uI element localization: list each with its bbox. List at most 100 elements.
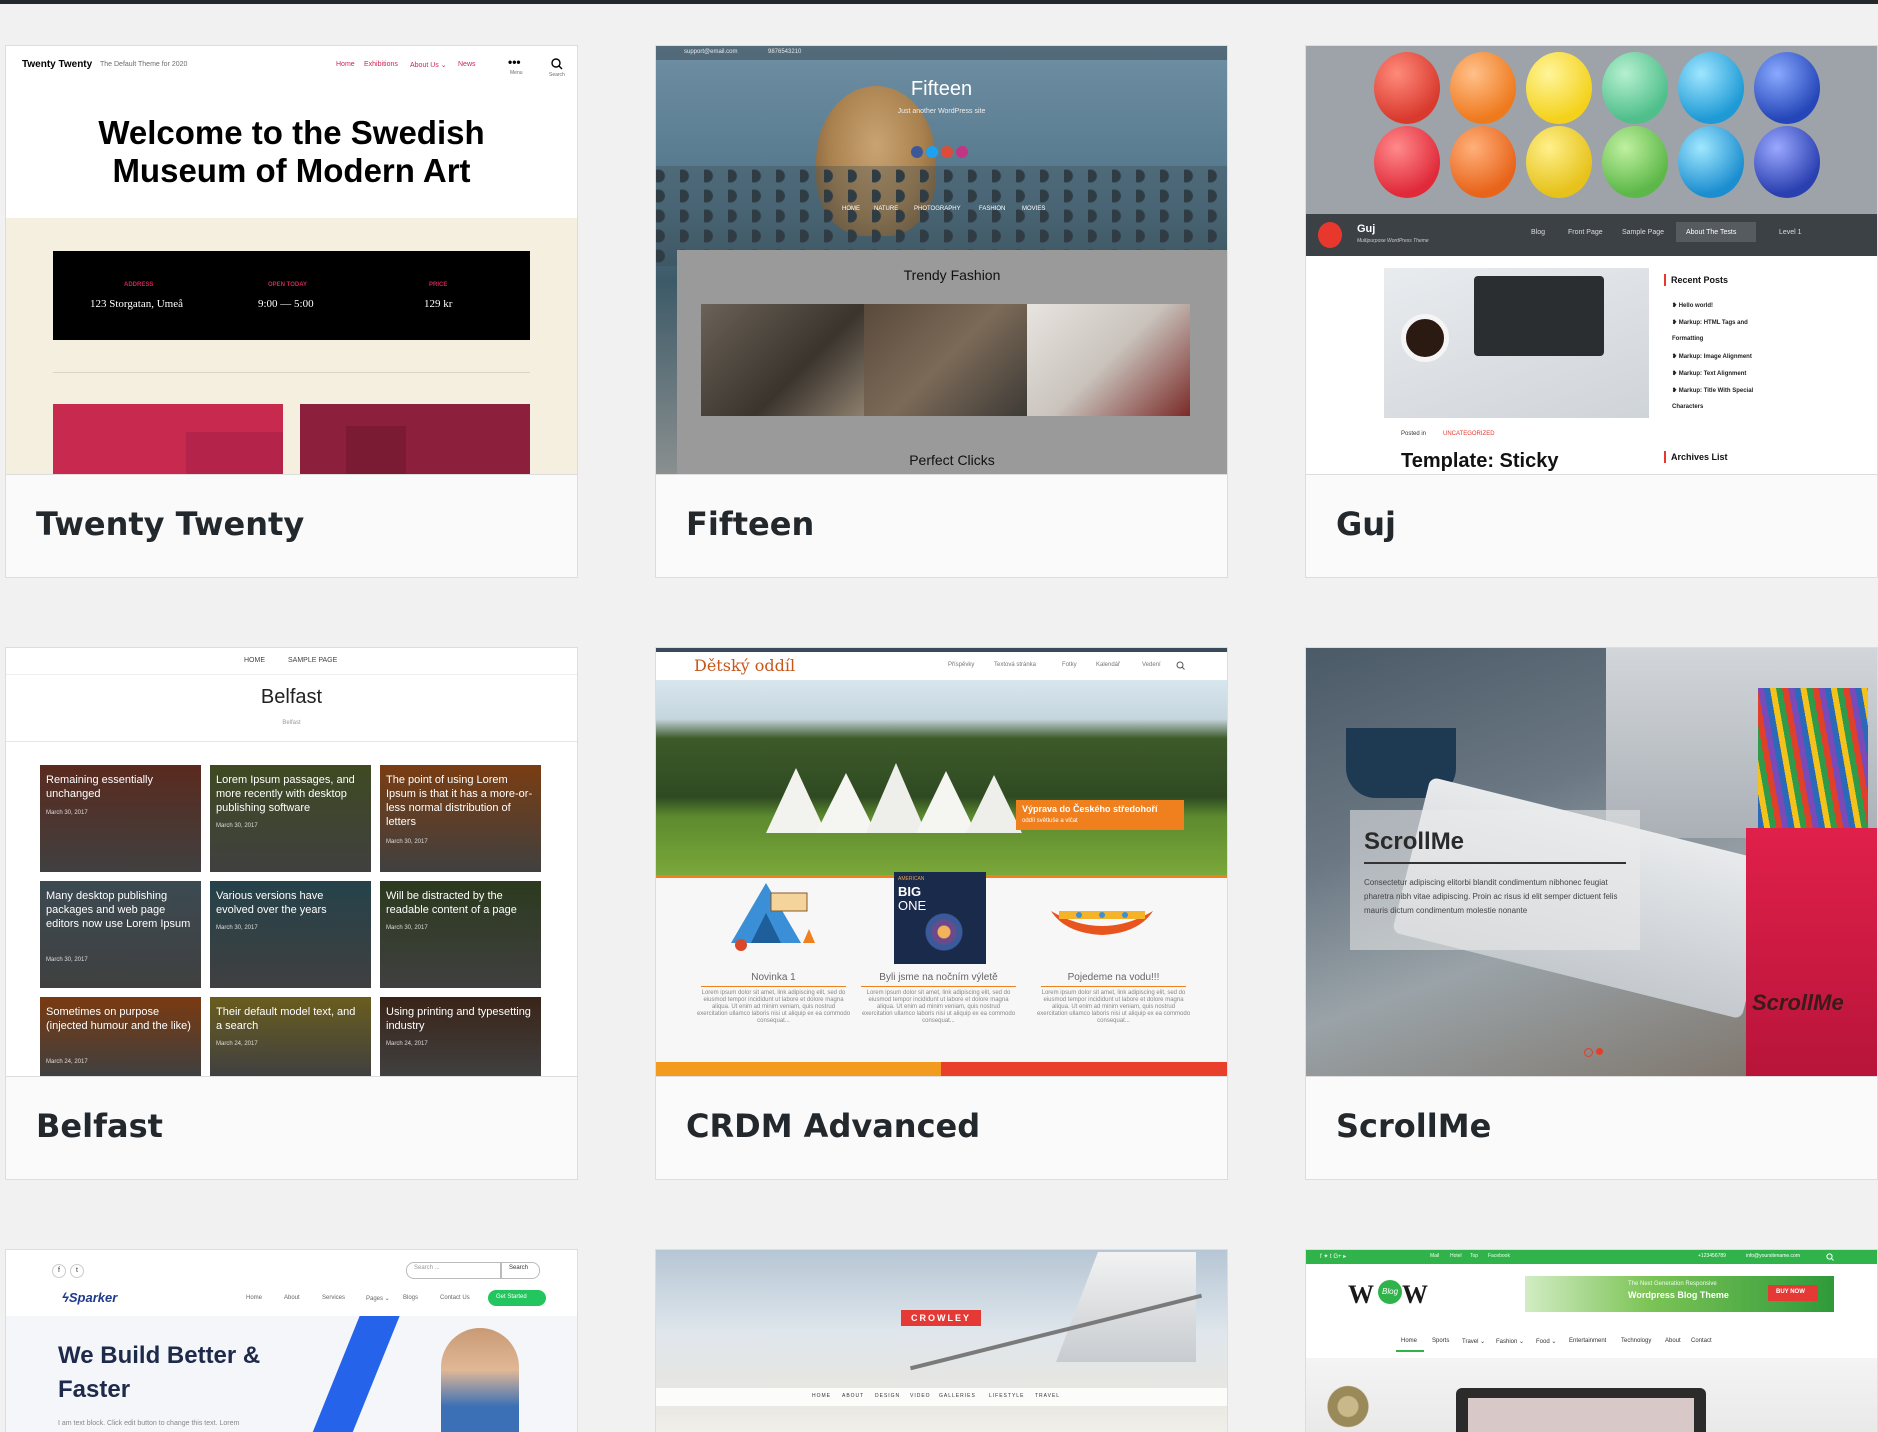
crowley-nav-item[interactable]: VIDEO (910, 1393, 931, 1399)
wow-nav-item[interactable]: Food ⌄ (1536, 1338, 1556, 1345)
fifteen-nav-home[interactable]: HOME (842, 206, 860, 212)
sparker-nav-item[interactable]: Blogs (403, 1295, 418, 1301)
facebook-icon[interactable]: f (52, 1264, 66, 1278)
belfast-title[interactable]: Belfast (6, 686, 577, 709)
theme-card-sparker[interactable]: f t Search ... Search ϟSparker Home Abou… (5, 1249, 578, 1432)
crdm-item-title[interactable]: Novinka 1 (701, 972, 846, 983)
belfast-tile[interactable]: Various versions have evolved over the y… (210, 881, 371, 988)
twitter-icon[interactable] (926, 146, 938, 158)
guj-logo-icon[interactable] (1318, 222, 1342, 248)
wow-nav-item[interactable]: Fashion ⌄ (1496, 1338, 1524, 1345)
guj-recent-item[interactable]: ❥ Markup: Text Alignment (1672, 370, 1746, 377)
theme-name-bar[interactable]: ScrollMe (1306, 1076, 1877, 1179)
sparker-nav-item[interactable]: Pages ⌄ (366, 1295, 390, 1302)
wow-nav-item[interactable]: About (1665, 1338, 1681, 1344)
instagram-icon[interactable] (956, 146, 968, 158)
theme-card-guj[interactable]: Guj Multipurpose WordPress Theme Blog Fr… (1305, 45, 1878, 578)
wow-top-link[interactable]: Top (1470, 1253, 1478, 1259)
guj-recent-item-cont[interactable]: Characters (1672, 404, 1703, 410)
crdm-item-title[interactable]: Pojedeme na vodu!!! (1031, 972, 1196, 983)
belfast-tile[interactable]: Using printing and typesetting industry M… (380, 997, 541, 1076)
belfast-nav-sample[interactable]: SAMPLE PAGE (288, 657, 337, 664)
fifteen-nav-nature[interactable]: NATURE (874, 206, 898, 212)
guj-recent-item[interactable]: ❥ Markup: Title With Special (1672, 387, 1753, 394)
guj-recent-item-cont[interactable]: Formatting (1672, 336, 1703, 342)
crowley-nav-item[interactable]: ABOUT (842, 1393, 864, 1399)
theme-card-scrollme[interactable]: ScrollMe Consectetur adipiscing elitorbi… (1305, 647, 1878, 1180)
belfast-tile[interactable]: Will be distracted by the readable conte… (380, 881, 541, 988)
theme-card-crowley[interactable]: CROWLEY HOME ABOUT DESIGN VIDEO GALLERIE… (655, 1249, 1228, 1432)
fifteen-photo-accessories[interactable] (864, 304, 1027, 416)
theme-card-belfast[interactable]: HOME SAMPLE PAGE Belfast Belfast Remaini… (5, 647, 578, 1180)
guj-logo-text[interactable]: Guj (1357, 223, 1375, 235)
tt-site-title[interactable]: Twenty Twenty (22, 59, 92, 70)
guj-nav-blog[interactable]: Blog (1531, 229, 1545, 236)
theme-name-bar[interactable]: Fifteen (656, 474, 1227, 577)
crdm-logo[interactable]: Dětský oddíl (694, 656, 795, 675)
wow-top-link[interactable]: Facebook (1488, 1253, 1510, 1259)
fifteen-photo-shopping[interactable] (1027, 304, 1190, 416)
slider-dot[interactable] (1584, 1048, 1593, 1057)
crowley-nav-item[interactable]: TRAVEL (1035, 1393, 1060, 1399)
crowley-nav-item[interactable]: HOME (812, 1393, 831, 1399)
guj-post-title[interactable]: Template: Sticky (1401, 450, 1558, 473)
theme-card-fifteen[interactable]: support@email.com 9876543210 Fifteen Jus… (655, 45, 1228, 578)
wow-nav-item[interactable]: Sports (1432, 1338, 1449, 1344)
crowley-nav-item[interactable]: DESIGN (875, 1393, 900, 1399)
belfast-tile[interactable]: Many desktop publishing packages and web… (40, 881, 201, 988)
search-icon[interactable] (551, 58, 563, 70)
tt-menu-icon[interactable]: ••• (508, 55, 521, 69)
wow-nav-item[interactable]: Travel ⌄ (1462, 1338, 1485, 1345)
crowley-nav-item[interactable]: GALLERIES (939, 1393, 976, 1399)
belfast-tile[interactable]: Remaining essentially unchanged March 30,… (40, 765, 201, 872)
wow-nav-item[interactable]: Contact (1691, 1338, 1712, 1344)
crdm-nav-item[interactable]: Příspěvky (948, 662, 974, 668)
theme-card-crdm-advanced[interactable]: Dětský oddíl Příspěvky Textová stránka F… (655, 647, 1228, 1180)
sparker-nav-item[interactable]: Services (322, 1295, 345, 1301)
guj-nav-sample-page[interactable]: Sample Page (1622, 229, 1664, 236)
belfast-tile[interactable]: Lorem Ipsum passages, and more recently … (210, 765, 371, 872)
tt-nav-exhibitions[interactable]: Exhibitions (364, 61, 398, 68)
guj-recent-item[interactable]: ❥ Markup: Image Alignment (1672, 353, 1752, 360)
fifteen-photo-couple[interactable] (701, 304, 864, 416)
theme-name-bar[interactable]: Guj (1306, 474, 1877, 577)
wow-nav-item[interactable]: Entertainment (1569, 1338, 1606, 1344)
belfast-tile[interactable]: Sometimes on purpose (injected humour an… (40, 997, 201, 1076)
guj-nav-about-tests[interactable]: About The Tests (1686, 229, 1736, 236)
search-icon[interactable] (1176, 661, 1185, 670)
sparker-nav-item[interactable]: About (284, 1295, 300, 1301)
crdm-nav-item[interactable]: Textová stránka (994, 662, 1036, 668)
theme-card-wow[interactable]: f ✦ t G+ ▸ Mail Hotel Top Facebook +1234… (1305, 1249, 1878, 1432)
tt-nav-home[interactable]: Home (336, 61, 355, 68)
wow-social-icons[interactable]: f ✦ t G+ ▸ (1320, 1253, 1346, 1260)
twitter-icon[interactable]: t (70, 1264, 84, 1278)
wow-nav-item[interactable]: Home (1401, 1338, 1417, 1344)
crowley-nav-item[interactable]: LIFESTYLE (989, 1393, 1024, 1399)
fifteen-nav-photography[interactable]: PHOTOGRAPHY (914, 206, 961, 212)
crdm-nav-item[interactable]: Vedení (1142, 662, 1161, 668)
belfast-tile[interactable]: Their default model text, and a search Ma… (210, 997, 371, 1076)
fifteen-email[interactable]: support@email.com (684, 49, 737, 55)
guj-recent-item[interactable]: ❥ Hello world! (1672, 302, 1713, 309)
crdm-nav-item[interactable]: Fotky (1062, 662, 1077, 668)
sparker-nav-item[interactable]: Home (246, 1295, 262, 1301)
guj-recent-item[interactable]: ❥ Markup: HTML Tags and (1672, 319, 1748, 326)
wow-top-link[interactable]: Mail (1430, 1253, 1439, 1259)
facebook-icon[interactable] (911, 146, 923, 158)
wow-nav-item[interactable]: Technology (1621, 1338, 1651, 1344)
fifteen-nav-fashion[interactable]: FASHION (979, 206, 1005, 212)
sparker-nav-item[interactable]: Contact Us (440, 1295, 470, 1301)
theme-name-bar[interactable]: CRDM Advanced (656, 1076, 1227, 1179)
fifteen-nav-movies[interactable]: MOVIES (1022, 206, 1045, 212)
fifteen-title[interactable]: Fifteen (656, 78, 1227, 101)
slider-dot-active[interactable] (1596, 1048, 1603, 1055)
belfast-tile[interactable]: The point of using Lorem Ipsum is that i… (380, 765, 541, 872)
sparker-logo[interactable]: ϟSparker (62, 1290, 117, 1305)
crdm-item-title[interactable]: Byli jsme na nočním výletě (851, 972, 1026, 983)
theme-name-bar[interactable]: Twenty Twenty (6, 474, 577, 577)
search-icon[interactable] (1826, 1253, 1834, 1261)
google-plus-icon[interactable] (941, 146, 953, 158)
guj-nav-front-page[interactable]: Front Page (1568, 229, 1603, 236)
guj-category-link[interactable]: UNCATEGORIZED (1443, 431, 1495, 437)
theme-card-twenty-twenty[interactable]: Twenty Twenty The Default Theme for 2020… (5, 45, 578, 578)
